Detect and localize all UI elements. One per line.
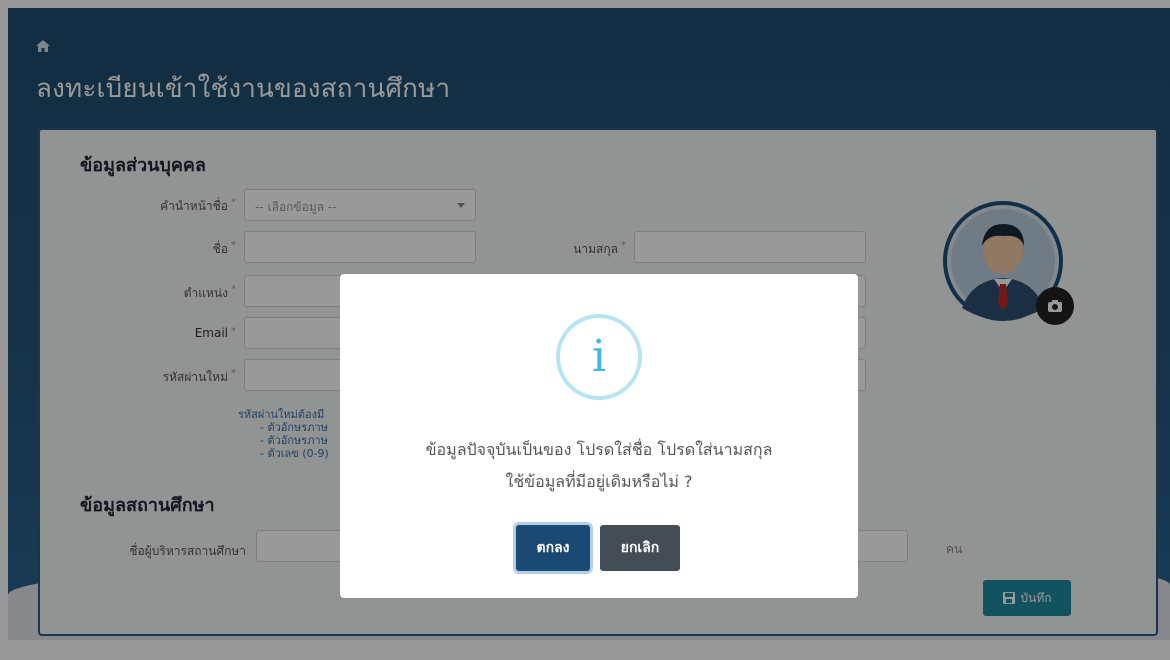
page: ลงทะเบียนเข้าใช้งานของสถานศึกษา ข้อมูลส่… [0, 0, 1170, 660]
cancel-button[interactable]: ยกเลิก [600, 525, 680, 571]
confirm-dialog: i ข้อมูลปัจจุบันเป็นของ โปรดใส่ชื่อ โปรด… [340, 274, 858, 598]
dialog-message-line2: ใช้ข้อมูลที่มีอยู่เดิมหรือไม่ ? [505, 472, 693, 491]
confirm-button[interactable]: ตกลง [516, 525, 590, 571]
info-icon: i [556, 314, 642, 400]
dialog-message-line1: ข้อมูลปัจจุบันเป็นของ โปรดใส่ชื่อ โปรดใส… [425, 440, 773, 459]
info-glyph: i [591, 331, 607, 382]
